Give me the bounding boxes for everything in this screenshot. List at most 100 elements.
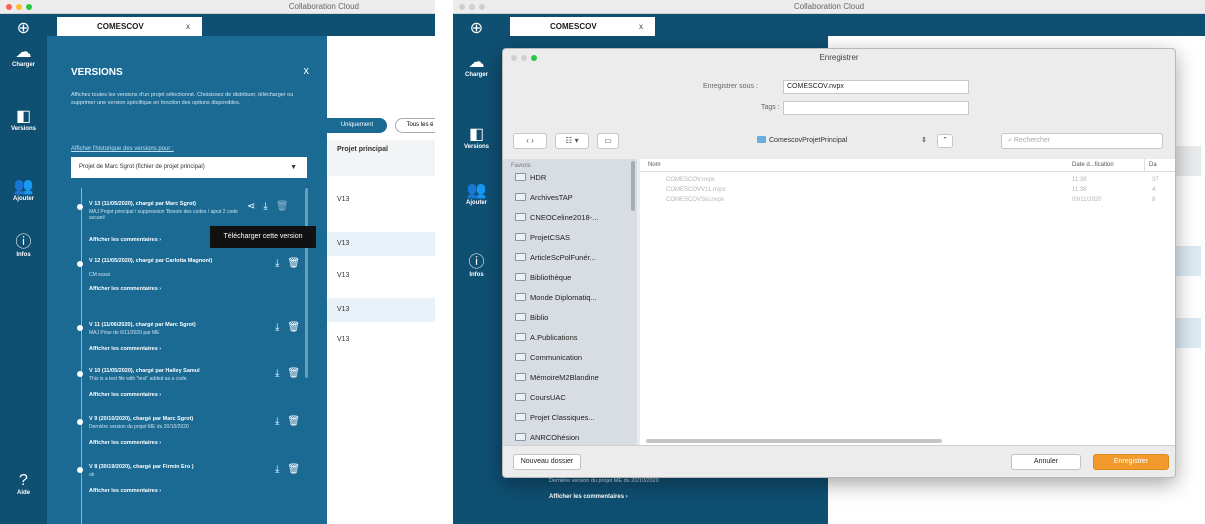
nav-rail: ⊕ ☁ Charger ◧ Versions 👥 Ajouter ⓘ Infos [453, 14, 500, 524]
tab-close-icon[interactable]: x [639, 17, 643, 36]
nav-versions[interactable]: ◧ Versions [453, 126, 500, 150]
sidebar-folder[interactable]: ProjetCSAS [515, 233, 570, 242]
expand-button[interactable]: ⌃ [937, 134, 953, 148]
title-bar: Collaboration Cloud [453, 0, 1205, 14]
column-extra[interactable]: Da [1144, 159, 1157, 172]
show-comments-link[interactable]: Afficher les commentaires › [549, 494, 628, 500]
close-window-button[interactable] [6, 4, 12, 10]
chevron-right-icon[interactable]: › [531, 136, 534, 145]
location-popup[interactable]: ComescovProjetPrincipal ⇕ ⌃ [757, 133, 967, 149]
show-comments-link[interactable]: Afficher les commentaires › [89, 392, 161, 398]
search-field[interactable]: ⌕ Rechercher [1001, 133, 1163, 149]
sidebar-folder[interactable]: ANRCOhésion [515, 433, 579, 442]
trash-icon[interactable]: 🗑 [287, 464, 300, 475]
trash-icon[interactable]: 🗑 [287, 368, 300, 379]
trash-icon[interactable]: 🗑 [276, 201, 289, 212]
history-link[interactable]: Afficher l'historique des versions pour … [71, 146, 174, 152]
save-as-field[interactable]: COMESCOV.nvpx [783, 80, 969, 94]
chevron-left-icon[interactable]: ‹ [526, 136, 529, 145]
panel-description: Affichez toutes les versions d'un projet… [71, 92, 294, 106]
file-row: COMESCOVV11.nvpx 11:38 4 [666, 187, 1156, 193]
sidebar-folder[interactable]: Projet Classiques... [515, 413, 595, 422]
project-select[interactable]: Projet de Marc Sgrot (fichier de projet … [71, 157, 307, 178]
nav-infos[interactable]: ⓘ Infos [0, 234, 47, 258]
window-title: Collaboration Cloud [288, 2, 359, 11]
filter-tous[interactable]: Tous les é [395, 118, 435, 133]
download-icon[interactable]: ⤓ [263, 201, 267, 212]
timeline-dot [77, 467, 83, 473]
window-dot [469, 4, 475, 10]
tab-comescov[interactable]: COMESCOV x [510, 17, 655, 36]
right-window: Collaboration Cloud ⊕ ☁ Charger ◧ Versions… [453, 0, 1205, 524]
column-header-projet-principal: Projet principal [327, 140, 435, 176]
filter-uniquement[interactable]: Uniquement [327, 118, 387, 133]
tab-comescov[interactable]: COMESCOV x [57, 17, 202, 36]
trash-icon[interactable]: 🗑 [287, 322, 300, 333]
new-folder-button[interactable]: Nouveau dossier [513, 454, 581, 470]
sidebar-folder[interactable]: CNEOCeline2018-... [515, 213, 598, 222]
nav-rail: ⊕ ☁ Charger ◧ Versions 👥 Ajouter ⓘ Infos ? Ai… [0, 14, 47, 524]
add-project-button[interactable]: ⊕ [0, 20, 47, 38]
download-icon[interactable]: ⤓ [275, 368, 279, 379]
sidebar-folder[interactable]: HDR [515, 173, 546, 182]
project-main: Uniquement Tous les é Projet principal V… [327, 36, 435, 524]
tab-close-icon[interactable]: x [186, 17, 190, 36]
table-row: V13 [337, 336, 350, 343]
add-user-icon: 👥 [466, 182, 487, 199]
window-dot [459, 4, 465, 10]
tags-field[interactable] [783, 101, 969, 115]
grid-view-icon: ☷ ▾ [565, 136, 579, 145]
nav-charger[interactable]: ☁ Charger [0, 44, 47, 68]
nav-infos[interactable]: ⓘ Infos [453, 254, 500, 278]
close-icon[interactable]: x [304, 65, 310, 77]
new-folder-toolbar-button[interactable]: ▭ [597, 133, 619, 149]
back-forward-buttons[interactable]: ‹ › [513, 133, 547, 149]
table-row: V13 [327, 232, 435, 256]
trash-icon[interactable]: 🗑 [287, 258, 300, 269]
left-window: Collaboration Cloud ⊕ ☁ Charger ◧ Versions… [0, 0, 435, 524]
add-project-button[interactable]: ⊕ [453, 20, 500, 38]
sidebar-folder[interactable]: ArchivesTAP [515, 193, 573, 202]
nav-aide[interactable]: ? Aide [0, 472, 47, 496]
trash-icon[interactable]: 🗑 [287, 416, 300, 427]
sidebar-folder[interactable]: A.Publications [515, 333, 578, 342]
sidebar-scrollbar[interactable] [631, 161, 635, 211]
show-comments-link[interactable]: Afficher les commentaires › [89, 488, 161, 494]
download-icon[interactable]: ⤓ [275, 258, 279, 269]
share-icon[interactable]: ⋖ [247, 201, 255, 212]
download-icon[interactable]: ⤓ [275, 416, 279, 427]
show-comments-link[interactable]: Afficher les commentaires › [89, 440, 161, 446]
column-name[interactable]: Nom [648, 159, 661, 172]
column-date[interactable]: Date d...fication [1072, 159, 1114, 172]
panel-scrollbar[interactable] [305, 188, 308, 378]
nav-ajouter[interactable]: 👥 Ajouter [0, 178, 47, 202]
show-comments-link[interactable]: Afficher les commentaires › [89, 237, 161, 243]
timeline-dot [77, 325, 83, 331]
save-button[interactable]: Enregistrer [1093, 454, 1169, 470]
zoom-window-button[interactable] [26, 4, 32, 10]
tab-strip: COMESCOV x [500, 14, 1205, 36]
sidebar-folder[interactable]: MémoireM2Blandine [515, 373, 599, 382]
chevron-down-icon: ▼ [290, 164, 297, 171]
sidebar-folder[interactable]: Bibliothèque [515, 273, 571, 282]
sidebar-folder[interactable]: Monde Diplomatiq... [515, 293, 597, 302]
panel-title: VERSIONS [71, 67, 123, 78]
download-icon[interactable]: ⤓ [275, 322, 279, 333]
cancel-button[interactable]: Annuler [1011, 454, 1081, 470]
nav-versions[interactable]: ◧ Versions [0, 108, 47, 132]
horizontal-scrollbar[interactable] [646, 439, 942, 443]
nav-ajouter[interactable]: 👥 Ajouter [453, 182, 500, 206]
download-icon[interactable]: ⤓ [275, 464, 279, 475]
show-comments-link[interactable]: Afficher les commentaires › [89, 286, 161, 292]
sidebar-folder[interactable]: Communication [515, 353, 582, 362]
view-mode-button[interactable]: ☷ ▾ [555, 133, 589, 149]
nav-charger[interactable]: ☁ Charger [453, 54, 500, 78]
info-icon: ⓘ [15, 234, 32, 251]
show-comments-link[interactable]: Afficher les commentaires › [89, 346, 161, 352]
sidebar-folder[interactable]: Biblio [515, 313, 548, 322]
folder-icon: ▭ [604, 136, 612, 145]
sidebar-folder[interactable]: ArticleScPolFunér... [515, 253, 596, 262]
favorites-sidebar: Favoris HDR ArchivesTAP CNEOCeline2018-.… [503, 159, 637, 447]
sidebar-folder[interactable]: CoursUAC [515, 393, 566, 402]
minimize-window-button[interactable] [16, 4, 22, 10]
